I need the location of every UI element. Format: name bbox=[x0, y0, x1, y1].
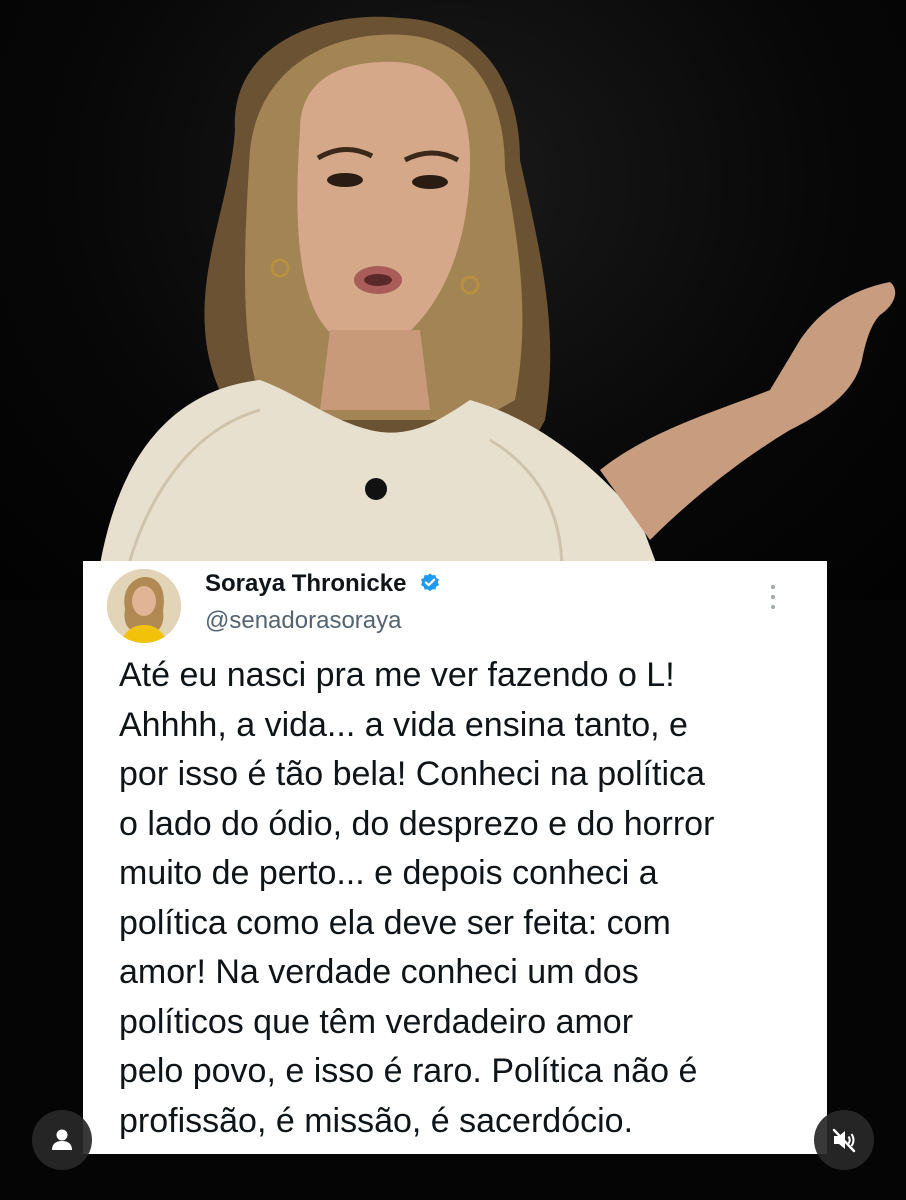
tweet-line: amor! Na verdade conheci um dos bbox=[119, 953, 639, 991]
tweet-line: Até eu nasci pra me ver fazendo o L! bbox=[119, 656, 675, 694]
tweet-line: profissão, é missão, é sacerdócio. bbox=[119, 1101, 634, 1140]
verified-badge-icon bbox=[421, 573, 440, 592]
mute-toggle-button[interactable] bbox=[814, 1110, 874, 1170]
user-icon bbox=[52, 1129, 72, 1150]
more-options-button[interactable] bbox=[765, 579, 781, 615]
profile-button[interactable] bbox=[32, 1110, 92, 1170]
author-name-text: Soraya Thronicke bbox=[205, 570, 407, 597]
tweet-line: por isso é tão bela! Conheci na política bbox=[119, 755, 705, 793]
avatar-image bbox=[107, 569, 181, 643]
tweet-line: Ahhhh, a vida... a vida ensina tanto, e bbox=[119, 705, 688, 744]
tweet-line: muito de perto... e depois conheci a bbox=[119, 854, 658, 892]
author-handle[interactable]: @senadorasoraya bbox=[205, 606, 401, 636]
muted-speaker-icon bbox=[832, 1128, 856, 1153]
tweet-card: Soraya Thronicke @senadorasoraya Até eu … bbox=[83, 561, 827, 1154]
tweet-line: pelo povo, e isso é raro. Política não é bbox=[119, 1052, 698, 1090]
post-photo bbox=[0, 0, 906, 600]
avatar[interactable] bbox=[107, 569, 181, 643]
post-viewer: Soraya Thronicke @senadorasoraya Até eu … bbox=[0, 0, 906, 1200]
speaker-photo-illustration bbox=[95, 16, 896, 600]
tweet-text: Até eu nasci pra me ver fazendo o L! Ahh… bbox=[119, 651, 799, 1146]
tweet-line: política como ela deve ser feita: com bbox=[119, 903, 671, 942]
tweet-line: o lado do ódio, do desprezo e do horror bbox=[119, 804, 715, 843]
more-vertical-icon bbox=[771, 585, 775, 609]
tweet-line: políticos que têm verdadeiro amor bbox=[119, 1002, 634, 1041]
author-name[interactable]: Soraya Thronicke bbox=[205, 569, 441, 599]
